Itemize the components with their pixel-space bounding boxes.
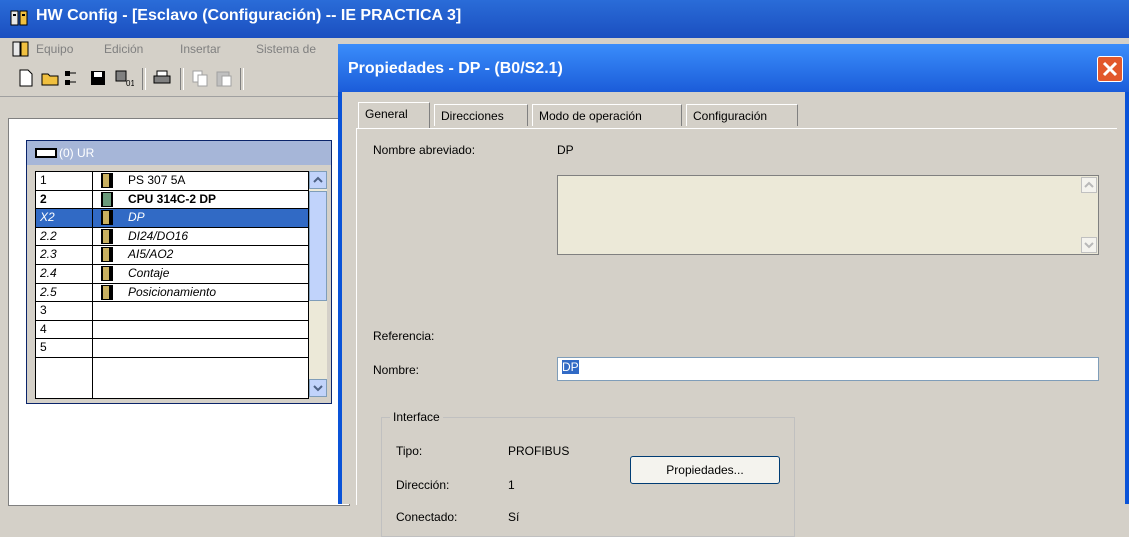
compile-icon[interactable]: 01 <box>114 68 134 88</box>
module-icon <box>100 265 114 281</box>
module-icon <box>100 173 114 188</box>
table-row[interactable]: X2 DP <box>36 209 308 228</box>
close-icon <box>1102 61 1118 77</box>
module-icon <box>100 284 114 300</box>
menu-insertar[interactable]: Insertar <box>180 42 221 56</box>
module-name: AI5/AO2 <box>128 247 174 262</box>
type-label: Tipo: <box>396 444 423 458</box>
module-name: PS 307 5A <box>128 173 186 187</box>
slot-number: X2 <box>40 210 55 225</box>
open-folder-icon[interactable] <box>40 68 60 88</box>
slot-number: 4 <box>40 321 47 336</box>
dialog-titlebar[interactable]: Propiedades - DP - (B0/S2.1) <box>338 44 1129 92</box>
module-name: DP <box>128 210 145 225</box>
rack-scrollbar[interactable] <box>309 171 327 397</box>
comment-textarea[interactable] <box>557 175 1099 255</box>
dialog-title: Propiedades - DP - (B0/S2.1) <box>348 60 563 77</box>
menu-equipo[interactable]: Equipo <box>36 42 73 56</box>
module-icon <box>100 247 114 263</box>
toolbar-separator <box>240 68 244 90</box>
hw-config-icon <box>10 10 28 26</box>
module-name: Posicionamiento <box>128 284 217 299</box>
save-icon[interactable] <box>88 68 108 88</box>
textarea-scrollbar[interactable] <box>1081 177 1097 253</box>
module-icon <box>100 210 114 226</box>
module-icon <box>100 228 114 244</box>
name-label: Nombre: <box>373 363 420 377</box>
short-name-label: Nombre abreviado: <box>373 143 476 157</box>
app-title: HW Config - [Esclavo (Configuración) -- … <box>36 7 462 24</box>
menu-sistema-de[interactable]: Sistema de <box>256 42 316 56</box>
table-row[interactable]: 4 <box>36 321 308 340</box>
properties-button[interactable]: Propiedades... <box>630 456 780 484</box>
slot-number: 2.2 <box>40 228 57 243</box>
tab-direcciones[interactable]: Direcciones <box>434 104 528 126</box>
tab-modo-de-operacion[interactable]: Modo de operación <box>532 104 682 126</box>
name-input-value: DP <box>562 360 579 374</box>
table-row[interactable]: 5 <box>36 339 308 358</box>
rack-window: (0) UR 1 PS 307 5A 2 CPU 314C-2 DP X2 DP 2.… <box>26 140 332 404</box>
rack-icon <box>35 148 57 158</box>
module-name: CPU 314C-2 DP <box>128 191 217 206</box>
scroll-thumb[interactable] <box>309 191 327 301</box>
toolbar-separator <box>142 68 146 90</box>
reference-label: Referencia: <box>373 329 435 343</box>
slot-number: 2.5 <box>40 284 57 299</box>
slot-number: 2.4 <box>40 265 57 280</box>
slot-number: 2.3 <box>40 247 57 262</box>
module-name: DI24/DO16 <box>128 228 189 243</box>
properties-dialog: Propiedades - DP - (B0/S2.1) General Dir… <box>338 44 1129 537</box>
tab-general[interactable]: General <box>358 102 430 128</box>
dialog-body: General Direcciones Modo de operación Co… <box>342 92 1125 537</box>
table-row[interactable]: 2.3 AI5/AO2 <box>36 246 308 265</box>
new-file-icon[interactable] <box>16 68 36 88</box>
rack-title: (0) UR <box>59 146 95 160</box>
interface-legend: Interface <box>390 410 443 424</box>
toolbar-separator <box>180 68 184 90</box>
table-row[interactable]: 2 CPU 314C-2 DP <box>36 191 308 210</box>
general-tab-panel: Nombre abreviado: DP Referencia: Nombre:… <box>356 128 1117 537</box>
scroll-up-button[interactable] <box>309 171 327 189</box>
type-value: PROFIBUS <box>508 444 570 458</box>
close-button[interactable] <box>1097 56 1123 82</box>
rack-slot-table: 1 PS 307 5A 2 CPU 314C-2 DP X2 DP 2.2 DI24/D… <box>35 171 309 399</box>
connected-value: Sí <box>508 510 520 524</box>
table-row[interactable]: 2.4 Contaje <box>36 265 308 284</box>
tab-configuracion[interactable]: Configuración <box>686 104 798 126</box>
app-titlebar: HW Config - [Esclavo (Configuración) -- … <box>0 0 1129 38</box>
table-row[interactable]: 1 PS 307 5A <box>36 172 308 191</box>
slot-number: 3 <box>40 303 47 318</box>
table-row[interactable]: 2.5 Posicionamiento <box>36 284 308 303</box>
svg-text:01: 01 <box>126 79 134 88</box>
cpu-module-icon <box>100 191 114 207</box>
scroll-down-button[interactable] <box>309 379 327 397</box>
name-input[interactable]: DP <box>557 357 1099 381</box>
network-icon[interactable] <box>62 68 82 88</box>
table-row[interactable]: 3 <box>36 302 308 321</box>
module-name: Contaje <box>128 265 170 280</box>
table-row[interactable]: 2.2 DI24/DO16 <box>36 228 308 247</box>
rack-titlebar: (0) UR <box>27 141 331 165</box>
document-icon <box>12 41 29 57</box>
paste-icon[interactable] <box>214 68 234 88</box>
address-value: 1 <box>508 478 515 492</box>
scroll-up-button[interactable] <box>1081 177 1097 193</box>
copy-icon[interactable] <box>190 68 210 88</box>
menu-edicion[interactable]: Edición <box>104 42 143 56</box>
short-name-value: DP <box>557 143 574 157</box>
slot-number: 2 <box>40 191 47 206</box>
connected-label: Conectado: <box>396 510 458 524</box>
slot-number: 1 <box>40 173 47 187</box>
column-divider <box>92 172 93 398</box>
scroll-down-button[interactable] <box>1081 237 1097 253</box>
address-label: Dirección: <box>396 478 450 492</box>
print-icon[interactable] <box>152 68 172 88</box>
slot-number: 5 <box>40 340 47 355</box>
